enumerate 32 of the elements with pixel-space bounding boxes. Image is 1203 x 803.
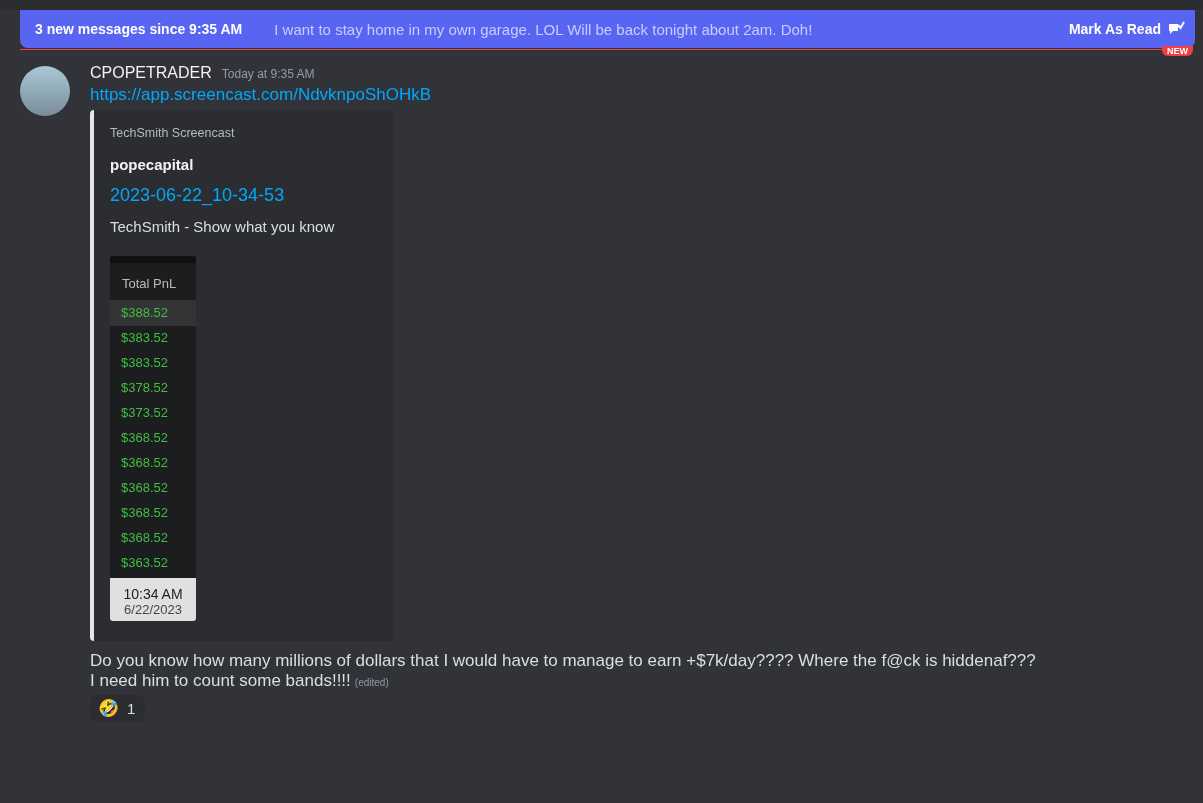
new-badge: NEW: [1162, 46, 1193, 56]
timestamp: Today at 9:35 AM: [221, 67, 315, 81]
mark-as-read-button[interactable]: Mark As Read: [1068, 21, 1185, 37]
clock-time: 10:34 AM: [123, 586, 183, 602]
pnl-value: $373.52: [120, 404, 169, 422]
new-messages-banner[interactable]: 3 new messages since 9:35 AM I want to stay home in my own garage. LOL Will be back tonight about 2am. Doh! Mark As Read: [20, 10, 1195, 48]
embed-provider: TechSmith Screencast: [110, 126, 235, 140]
message-link[interactable]: https://app.screencast.com/NdvknpoShOHkB: [90, 85, 432, 105]
pnl-value: $368.52: [120, 504, 169, 522]
message-text: Do you know how many millions of dollars that I would have to manage to earn +$7k/day???? Where the f@ck is hiddenaf???: [90, 651, 1036, 671]
pnl-value: $378.52: [120, 379, 169, 397]
embed-author: popecapital: [110, 156, 194, 173]
pnl-value: $368.52: [120, 479, 169, 497]
avatar[interactable]: [20, 66, 70, 116]
pnl-value: $383.52: [120, 329, 169, 347]
embed-description: TechSmith - Show what you know: [110, 218, 335, 235]
chat-check-icon: [1167, 21, 1185, 37]
message-text: I need him to count some bands!!!!: [90, 671, 351, 691]
pnl-value: $368.52: [120, 454, 169, 472]
embed-title-link[interactable]: 2023-06-22_10-34-53: [110, 185, 285, 206]
screenshot-thumbnail[interactable]: Total PnL $388.52 $383.52 $383.52 $378.52 $373.52 $368.52 $368.52 $368.52 $368.52 $368.52 $363.52 10:34 AM 6/22/2023: [110, 256, 196, 621]
banner-text: 3 new messages since 9:35 AM: [35, 21, 243, 37]
clock-date: 6/22/2023: [124, 602, 182, 617]
author-name[interactable]: CPOPETRADER: [90, 64, 212, 82]
pnl-value: $383.52: [120, 354, 169, 372]
covered-message-text: I want to stay home in my own garage. LOL Will be back tonight about 2am. Doh!: [274, 20, 813, 38]
edited-label: (edited): [354, 677, 389, 688]
reaction-button[interactable]: 🤣 1: [90, 695, 146, 722]
pnl-value: $368.52: [120, 529, 169, 547]
pnl-value: $368.52: [120, 429, 169, 447]
pnl-value: $363.52: [120, 554, 169, 572]
pnl-value: $388.52: [110, 301, 196, 326]
